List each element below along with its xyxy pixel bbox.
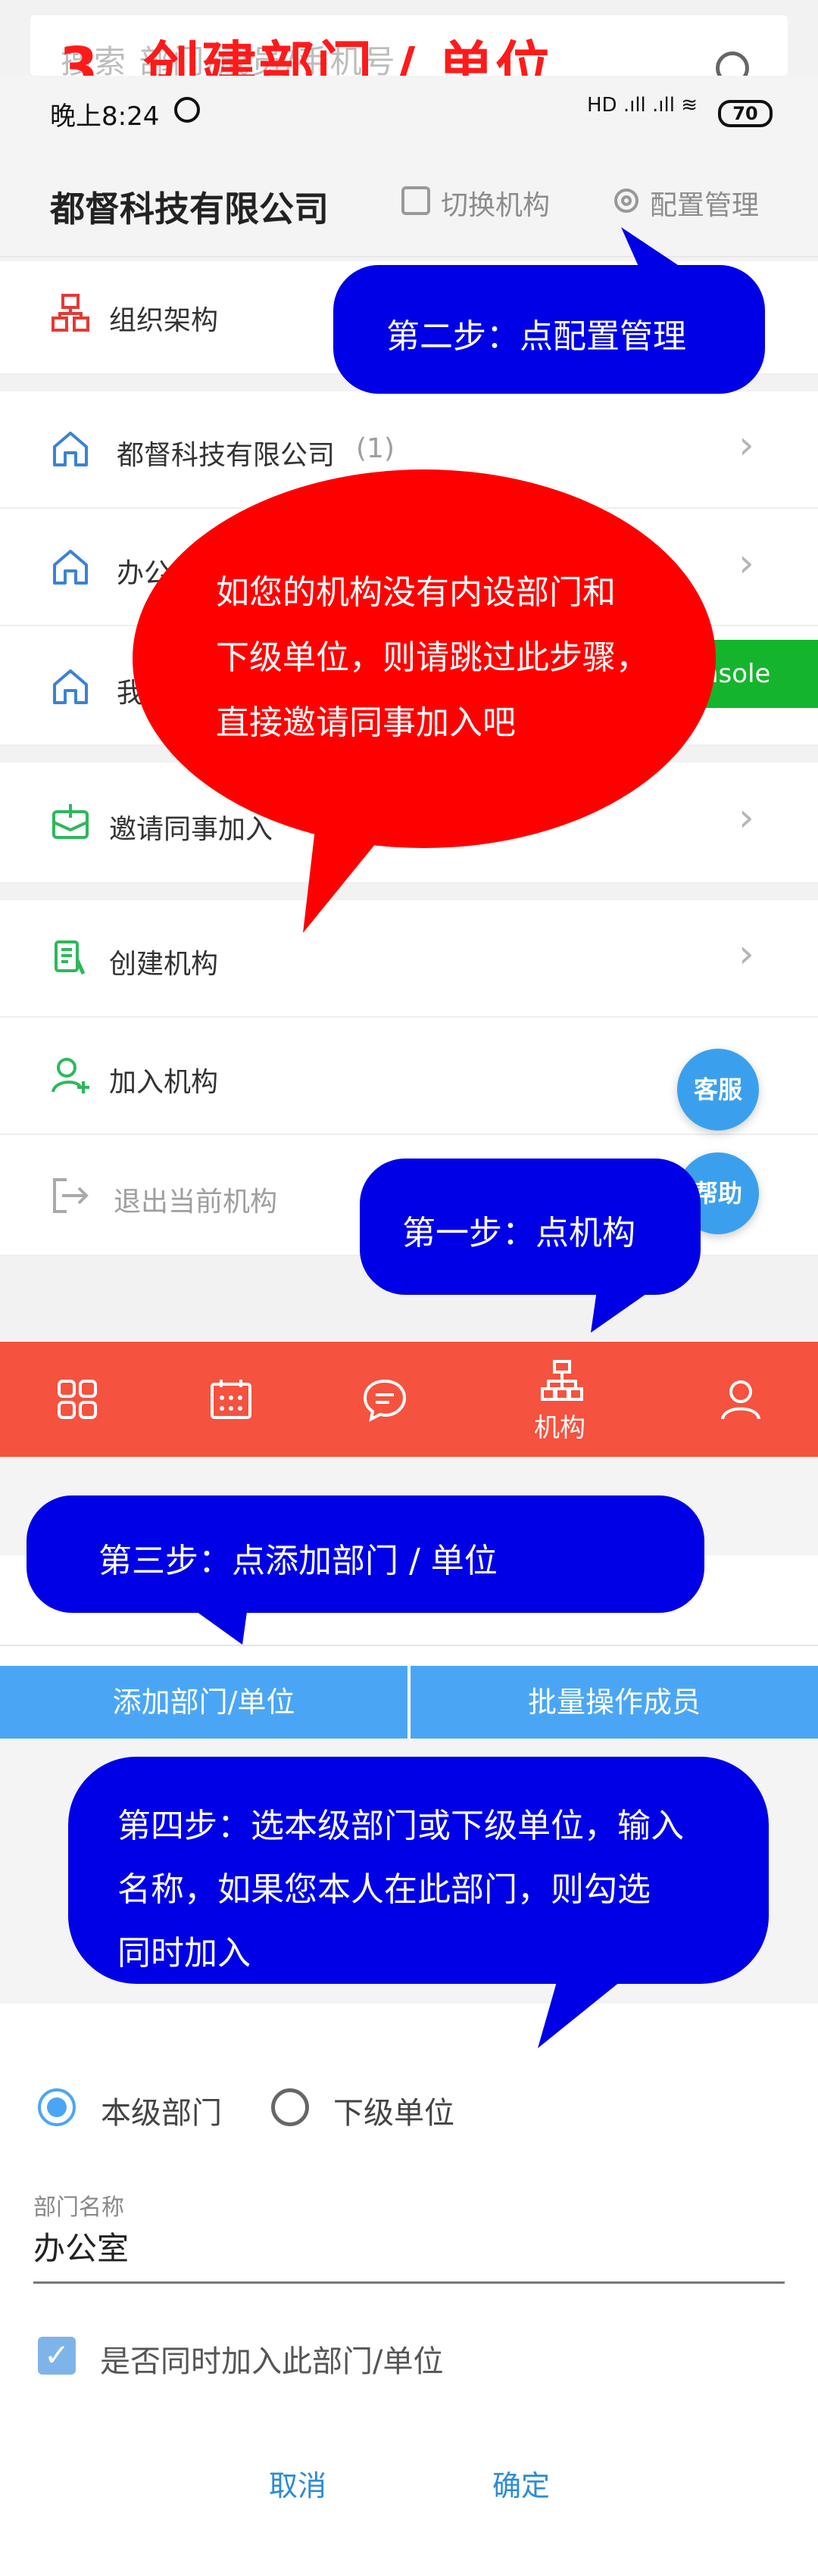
- add-dept-button[interactable]: 添加部门/单位: [0, 1666, 407, 1739]
- home-icon: [53, 432, 88, 466]
- home-icon: [53, 550, 88, 585]
- org-chart-icon: [52, 294, 89, 332]
- company-name: 都督科技有限公司: [50, 189, 329, 229]
- org-structure-label: 组织架构: [109, 305, 219, 336]
- callout-note-line1: 如您的机构没有内设部门和: [216, 573, 616, 612]
- batch-members-button[interactable]: 批量操作成员: [411, 1666, 818, 1739]
- radio-sub-unit-label[interactable]: 下级单位: [333, 2088, 454, 2132]
- callout-step2-text: 第二步：点配置管理: [386, 317, 686, 356]
- join-checkbox[interactable]: ✓: [38, 2337, 76, 2375]
- company-row-count: (1): [356, 433, 395, 464]
- user-icon[interactable]: [718, 1377, 763, 1422]
- battery-icon: 70: [718, 100, 773, 127]
- join-org-label: 加入机构: [109, 1067, 219, 1098]
- callout-note-line3: 直接邀请同事加入吧: [216, 703, 516, 742]
- callout-step3-text: 第三步：点添加部门 / 单位: [98, 1542, 498, 1580]
- home-icon: [53, 669, 88, 704]
- status-time: 晚上8:24: [50, 101, 160, 132]
- dept-name-label: 部门名称: [33, 2194, 124, 2221]
- radio-same-level[interactable]: [38, 2088, 76, 2126]
- company-row-label: 都督科技有限公司: [117, 440, 336, 471]
- callout-step1-text: 第一步：点机构: [402, 1214, 635, 1252]
- bottom-tabbar: [0, 1342, 818, 1457]
- add-user-icon: [52, 1058, 89, 1093]
- cancel-button[interactable]: 取消: [269, 2462, 326, 2504]
- org-tab-icon[interactable]: [539, 1358, 585, 1404]
- callout-step4-line3: 同时加入: [117, 1934, 251, 1973]
- config-button[interactable]: 配置管理: [650, 183, 759, 223]
- create-org-icon: [55, 940, 86, 975]
- confirm-button[interactable]: 确定: [492, 2462, 550, 2504]
- callout-note: 如您的机构没有内设部门和 下级单位，则请跳过此步骤， 直接邀请同事加入吧: [133, 469, 716, 848]
- invite-label: 邀请同事加入: [109, 814, 273, 845]
- alarm-icon: [174, 97, 200, 123]
- dept-name-input[interactable]: 办公室: [33, 2226, 785, 2284]
- tab-org-label[interactable]: 机构: [534, 1407, 585, 1444]
- callout-step4-line2: 名称，如果您本人在此部门，则勾选: [117, 1870, 651, 1909]
- calendar-icon[interactable]: [208, 1377, 254, 1422]
- gear-icon[interactable]: [610, 185, 642, 217]
- chevron-right-icon: ›: [738, 795, 754, 840]
- signal-icons: HD .ıll .ıll ≋: [587, 94, 698, 117]
- chevron-right-icon: ›: [738, 423, 754, 468]
- callout-step1: 第一步：点机构: [360, 1159, 701, 1295]
- callout-step4-line1: 第四步：选本级部门或下级单位，输入: [117, 1807, 684, 1845]
- switch-org-button[interactable]: 切换机构: [441, 183, 550, 223]
- chevron-right-icon: ›: [738, 931, 754, 977]
- callout-step4: 第四步：选本级部门或下级单位，输入 名称，如果您本人在此部门，则勾选 同时加入: [68, 1757, 769, 1984]
- logout-icon: [53, 1178, 89, 1213]
- invite-icon: [52, 804, 89, 839]
- radio-same-level-label[interactable]: 本级部门: [101, 2088, 222, 2132]
- chat-icon[interactable]: [362, 1377, 407, 1422]
- join-checkbox-label[interactable]: 是否同时加入此部门/单位: [100, 2337, 443, 2381]
- chevron-right-icon: ›: [738, 541, 754, 586]
- apps-icon[interactable]: [55, 1377, 100, 1422]
- callout-step3: 第三步：点添加部门 / 单位: [27, 1495, 704, 1613]
- callout-step2: 第二步：点配置管理: [333, 265, 765, 394]
- exit-org-label: 退出当前机构: [114, 1187, 278, 1218]
- customer-service-button[interactable]: 客服: [677, 1049, 759, 1131]
- switch-icon[interactable]: [401, 186, 430, 215]
- create-org-label: 创建机构: [109, 949, 219, 980]
- radio-sub-unit[interactable]: [271, 2088, 309, 2126]
- callout-note-line2: 下级单位，则请跳过此步骤，: [216, 638, 649, 677]
